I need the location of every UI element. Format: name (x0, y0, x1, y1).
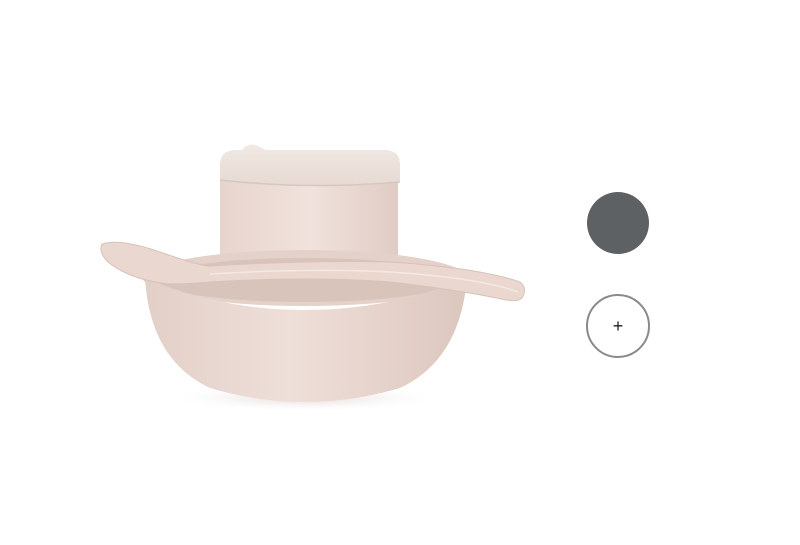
product-image (100, 144, 526, 412)
plus-icon: + (612, 316, 624, 336)
add-color-button[interactable]: + (586, 294, 650, 358)
color-swatch-gray[interactable] (587, 192, 649, 254)
sippy-cup-lid (220, 144, 400, 186)
